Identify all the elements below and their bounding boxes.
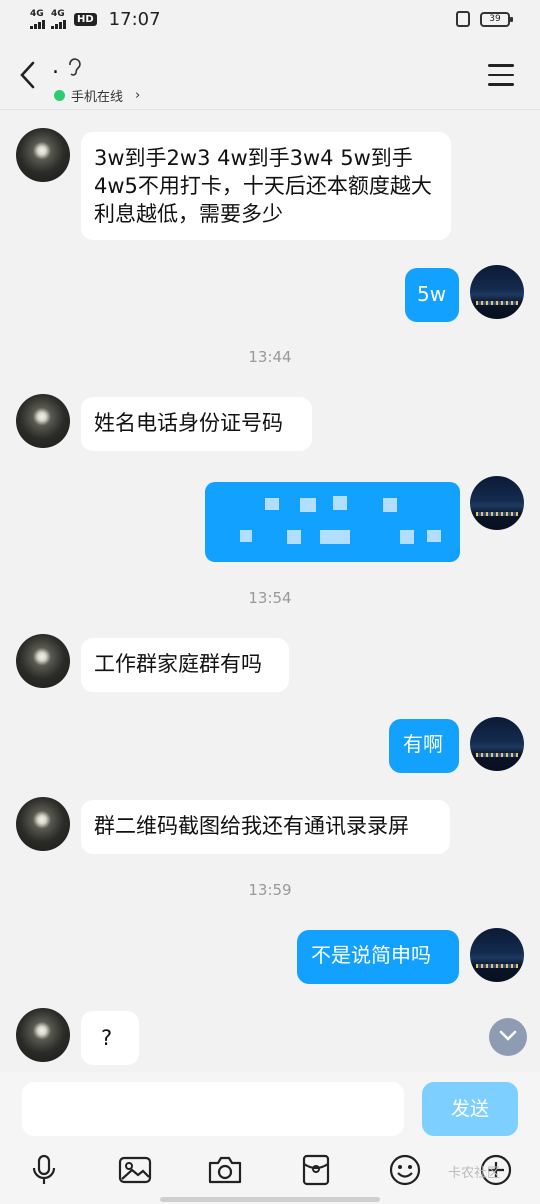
message-bubble-right[interactable]: 5w bbox=[405, 268, 459, 322]
message-input[interactable] bbox=[22, 1082, 404, 1136]
message-bubble-left[interactable]: 工作群家庭群有吗 bbox=[81, 638, 289, 692]
my-avatar[interactable] bbox=[470, 928, 524, 982]
menu-icon[interactable] bbox=[488, 64, 514, 86]
back-arrow-icon[interactable] bbox=[18, 60, 40, 90]
message-bubble-left[interactable]: 3w到手2w3 4w到手3w4 5w到手4w5不用打卡，十天后还本额度越大利息越… bbox=[81, 132, 451, 240]
camera-icon[interactable] bbox=[205, 1150, 245, 1190]
message-bubble-right[interactable]: 不是说简申吗 bbox=[297, 930, 459, 984]
red-packet-icon[interactable] bbox=[296, 1150, 336, 1190]
battery-icon: 39 bbox=[480, 11, 513, 27]
signal-strength-icon-2: 4G bbox=[51, 10, 66, 29]
online-dot-icon bbox=[54, 90, 65, 101]
vibrate-icon bbox=[456, 11, 470, 27]
contact-avatar[interactable] bbox=[16, 128, 70, 182]
my-avatar[interactable] bbox=[470, 265, 524, 319]
message-timestamp: 13:54 bbox=[248, 589, 292, 607]
home-indicator[interactable] bbox=[160, 1197, 380, 1202]
message-timestamp: 13:59 bbox=[248, 881, 292, 899]
battery-level: 39 bbox=[489, 13, 501, 24]
contact-avatar[interactable] bbox=[16, 1008, 70, 1062]
message-bubble-left[interactable]: 姓名电话身份证号码 bbox=[81, 397, 312, 451]
ear-icon[interactable] bbox=[68, 58, 82, 82]
chevron-right-icon: › bbox=[135, 88, 141, 103]
microphone-icon[interactable] bbox=[24, 1150, 64, 1190]
send-button[interactable]: 发送 bbox=[422, 1082, 518, 1136]
chat-header: . 手机在线 › bbox=[0, 40, 540, 110]
online-status[interactable]: 手机在线 › bbox=[54, 86, 140, 105]
message-bubble-right[interactable]: 有啊 bbox=[389, 719, 459, 773]
status-bar: 4G 4G HD 17:07 39 bbox=[0, 0, 540, 40]
chevron-down-icon bbox=[499, 1030, 517, 1041]
image-icon[interactable] bbox=[115, 1150, 155, 1190]
message-timestamp: 13:44 bbox=[248, 348, 292, 366]
contact-avatar[interactable] bbox=[16, 394, 70, 448]
hd-voice-badge: HD bbox=[74, 13, 97, 26]
online-status-label: 手机在线 bbox=[71, 90, 124, 105]
my-avatar[interactable] bbox=[470, 717, 524, 771]
message-bubble-left[interactable]: ? bbox=[81, 1011, 139, 1065]
message-bubble-left[interactable]: 群二维码截图给我还有通讯录录屏 bbox=[81, 800, 450, 854]
contact-avatar[interactable] bbox=[16, 797, 70, 851]
status-time: 17:07 bbox=[108, 9, 161, 30]
contact-avatar[interactable] bbox=[16, 634, 70, 688]
my-avatar[interactable] bbox=[470, 476, 524, 530]
scroll-to-bottom-button[interactable] bbox=[489, 1018, 527, 1056]
watermark: 卡农社区 bbox=[448, 1166, 501, 1181]
signal-strength-icon: 4G bbox=[30, 10, 45, 29]
chat-title[interactable]: . bbox=[52, 54, 59, 79]
redacted-message-bubble[interactable] bbox=[205, 482, 460, 562]
input-area: 发送 bbox=[0, 1072, 540, 1204]
emoji-icon[interactable] bbox=[385, 1150, 425, 1190]
